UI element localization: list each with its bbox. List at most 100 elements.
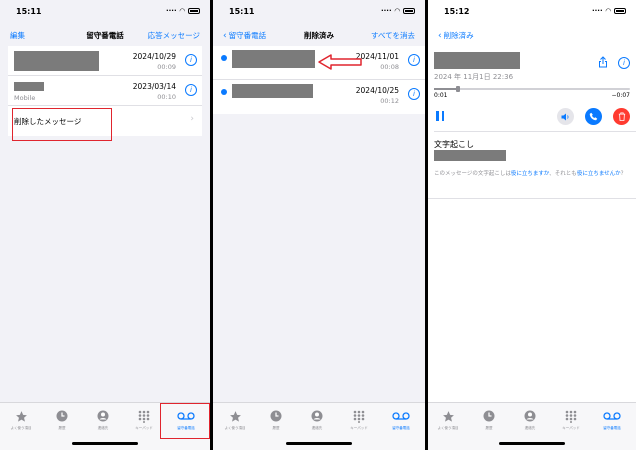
- tab-voicemail[interactable]: 留守番電話: [381, 409, 421, 431]
- battery-icon: [188, 8, 200, 14]
- tab-bar: よく使う項目 履歴 連絡先 キーパッド 留守番電話: [213, 402, 425, 450]
- star-icon: [229, 410, 241, 422]
- wifi-icon: ◠: [605, 7, 611, 15]
- info-icon[interactable]: i: [185, 54, 197, 66]
- delete-button[interactable]: [613, 108, 630, 125]
- item-duration: 00:09: [157, 63, 176, 71]
- back-button[interactable]: ‹ 留守番電話: [223, 30, 266, 41]
- tab-contacts[interactable]: 連絡先: [510, 409, 550, 431]
- tab-keypad[interactable]: キーパッド: [124, 409, 164, 431]
- redacted-caller: [232, 84, 313, 98]
- home-indicator: [286, 442, 352, 445]
- trash-icon: [618, 112, 625, 121]
- nav-bar: ‹ 留守番電話 削除済み すべてを消去: [213, 26, 425, 44]
- list-item[interactable]: Mobile 2023/03/14 00:10 i: [8, 76, 202, 106]
- greeting-button[interactable]: 応答メッセージ: [148, 30, 200, 41]
- call-back-button[interactable]: [585, 108, 602, 125]
- phone-screen-deleted: 15:11 ···· ◠ ‹ 留守番電話 削除済み すべてを消去 2024/11/…: [213, 0, 425, 450]
- transcript-title: 文字起こし: [434, 140, 474, 149]
- list-item[interactable]: 2024/10/25 00:12 i: [213, 80, 425, 114]
- keypad-icon: [138, 410, 150, 423]
- pause-icon[interactable]: [436, 111, 444, 121]
- chevron-left-icon: ‹: [438, 30, 442, 41]
- nav-bar: ‹ 削除済み: [428, 26, 636, 44]
- tab-contacts[interactable]: 連絡先: [297, 409, 337, 431]
- edit-button[interactable]: 編集: [10, 30, 25, 41]
- item-date: 2024/10/29: [132, 52, 176, 61]
- tab-favorites[interactable]: よく使う項目: [1, 409, 41, 431]
- remaining-time: −0:07: [611, 92, 630, 99]
- battery-icon: [614, 8, 626, 14]
- tab-recents[interactable]: 履歴: [256, 409, 296, 431]
- screenshot-stage: 15:11 ···· ◠ 編集 留守番電話 応答メッセージ 2024/10/29…: [0, 0, 636, 450]
- tab-recents[interactable]: 履歴: [469, 409, 509, 431]
- red-arrow-icon: [318, 54, 362, 70]
- chevron-left-icon: ‹: [223, 30, 227, 41]
- signal-icon: ····: [380, 7, 392, 15]
- divider: [428, 198, 636, 199]
- speaker-button[interactable]: [557, 108, 574, 125]
- status-bar: 15:11 ···· ◠: [0, 0, 210, 22]
- keypad-icon: [565, 410, 577, 423]
- item-subtitle: Mobile: [14, 94, 36, 102]
- back-button[interactable]: ‹ 削除済み: [438, 30, 474, 41]
- helpful-link[interactable]: 役に立ちますか: [511, 171, 549, 177]
- speaker-icon: [561, 113, 569, 120]
- info-icon[interactable]: i: [618, 57, 630, 69]
- share-icon[interactable]: [598, 56, 608, 68]
- item-date: 2024/10/25: [355, 86, 399, 95]
- status-bar: 15:12 ···· ◠: [428, 0, 636, 22]
- info-icon[interactable]: i: [408, 88, 420, 100]
- person-icon: [524, 410, 536, 422]
- person-icon: [97, 410, 109, 422]
- clear-all-button[interactable]: すべてを消去: [371, 30, 415, 41]
- status-time: 15:11: [16, 6, 42, 16]
- redacted-caller: [434, 52, 520, 69]
- voicemail-icon: [603, 412, 621, 420]
- info-icon[interactable]: i: [408, 54, 420, 66]
- wifi-icon: ◠: [179, 7, 185, 15]
- wifi-icon: ◠: [394, 7, 400, 15]
- star-icon: [442, 410, 454, 422]
- elapsed-time: 0:01: [434, 92, 448, 99]
- unread-dot-icon: [221, 55, 227, 61]
- home-indicator: [499, 442, 565, 445]
- playback-progress: [434, 88, 458, 90]
- redacted-transcript: [434, 150, 506, 161]
- clock-icon: [270, 410, 282, 422]
- list-item[interactable]: 2024/10/29 00:09 i: [8, 46, 202, 76]
- tab-contacts[interactable]: 連絡先: [83, 409, 123, 431]
- tab-favorites[interactable]: よく使う項目: [428, 409, 468, 431]
- transcript-feedback: このメッセージの文字起こしは役に立ちますか、それとも役に立ちませんか？: [434, 171, 627, 177]
- tab-keypad[interactable]: キーパッド: [551, 409, 591, 431]
- status-time: 15:12: [444, 6, 470, 16]
- playback-scrubber[interactable]: [434, 86, 630, 92]
- scrubber-handle[interactable]: [455, 86, 460, 92]
- voicemail-date: 2024 年 11月1日 22:36: [434, 73, 514, 81]
- tab-favorites[interactable]: よく使う項目: [215, 409, 255, 431]
- item-duration: 00:10: [157, 93, 176, 101]
- tab-voicemail[interactable]: 留守番電話: [592, 409, 632, 431]
- item-duration: 00:12: [380, 97, 399, 105]
- tab-keypad[interactable]: キーパッド: [339, 409, 379, 431]
- battery-icon: [403, 8, 415, 14]
- not-helpful-link[interactable]: 役に立ちませんか: [577, 171, 621, 177]
- nav-bar: 編集 留守番電話 応答メッセージ: [0, 26, 210, 44]
- tab-recents[interactable]: 履歴: [42, 409, 82, 431]
- phone-screen-detail: 15:12 ···· ◠ ‹ 削除済み 2024 年 11月1日 22:36 i …: [428, 0, 636, 450]
- home-indicator: [72, 442, 138, 445]
- highlight-box: [160, 403, 210, 439]
- signal-icon: ····: [591, 7, 603, 15]
- item-date: 2023/03/14: [132, 82, 176, 91]
- star-icon: [15, 410, 27, 422]
- unread-dot-icon: [221, 89, 227, 95]
- status-bar: 15:11 ···· ◠: [213, 0, 425, 22]
- status-time: 15:11: [229, 6, 255, 16]
- redacted-caller: [232, 50, 315, 68]
- voicemail-icon: [392, 412, 410, 420]
- redacted-caller: [14, 82, 44, 91]
- item-duration: 00:08: [380, 63, 399, 71]
- info-icon[interactable]: i: [185, 84, 197, 96]
- chevron-right-icon: ›: [190, 114, 194, 124]
- signal-icon: ····: [165, 7, 177, 15]
